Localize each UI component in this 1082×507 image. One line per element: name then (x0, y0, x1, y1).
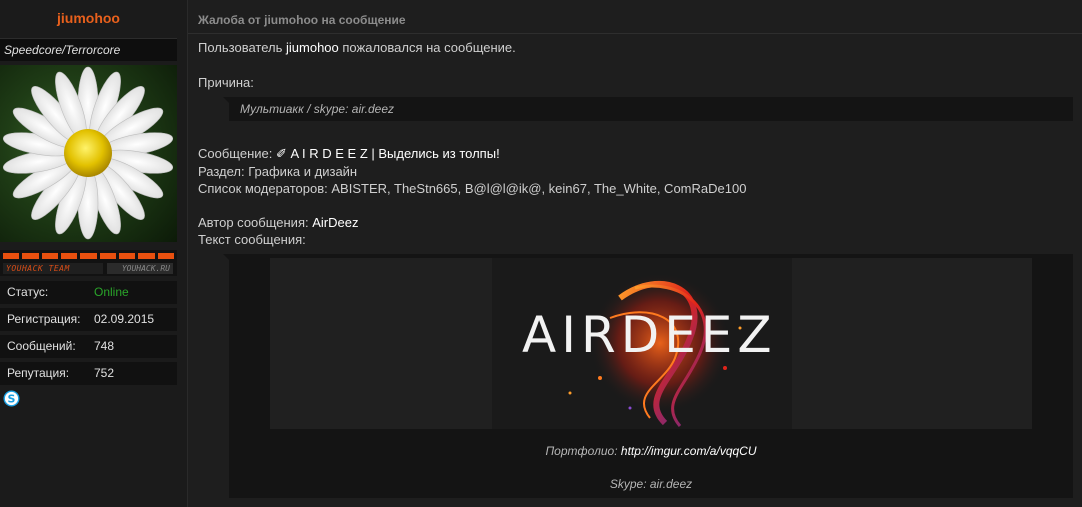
stat-label: Статус: (7, 285, 49, 299)
stat-reputation: Репутация: 752 (0, 362, 177, 385)
post-skype-line: Skype: air.deez (609, 477, 693, 491)
message-line: Сообщение: ✐ A I R D E E Z | Выделись из… (198, 146, 500, 162)
stat-label: Сообщений: (7, 339, 76, 353)
status-badge: Online (94, 285, 129, 299)
moderators-line: Список модераторов: ABISTER, TheStn665, … (198, 181, 746, 196)
author-link[interactable]: AirDeez (312, 215, 358, 230)
intro-user-link[interactable]: jiumohoo (286, 40, 339, 55)
stat-value: 02.09.2015 (94, 312, 155, 326)
airdeez-logo: AIRDEEZ (522, 306, 777, 364)
svg-text:S: S (8, 393, 16, 406)
post-banner-image[interactable]: AIRDEEZ (270, 258, 1032, 429)
portfolio-line: Портфолио: http://imgur.com/a/vqqCU (229, 444, 1073, 458)
report-intro: Пользователь jiumohoo пожаловался на соо… (198, 40, 516, 55)
banner-bars (3, 253, 174, 259)
moderators-value: ABISTER, TheStn665, B@l@l@ik@, kein67, T… (331, 181, 747, 196)
skype-icon[interactable]: S (3, 390, 20, 407)
section-value[interactable]: Графика и дизайн (248, 164, 357, 179)
section-line: Раздел: Графика и дизайн (198, 164, 357, 179)
stat-value: 748 (94, 339, 115, 353)
portfolio-link[interactable]: http://imgur.com/a/vqqCU (621, 444, 757, 458)
avatar[interactable] (0, 65, 177, 242)
divider (188, 33, 1082, 34)
message-label: Сообщение: (198, 146, 273, 161)
message-title-link[interactable]: ✐ A I R D E E Z | Выделись из толпы! (276, 146, 500, 161)
user-title: Speedcore/Terrorcore (0, 38, 177, 61)
stat-value: 752 (94, 366, 115, 380)
stat-label: Регистрация: (7, 312, 81, 326)
author-label: Автор сообщения: (198, 215, 309, 230)
stat-status: Статус: Online (0, 281, 177, 304)
banner-site-label: YOUHACK.RU (107, 263, 173, 274)
report-heading: Жалоба от jiumohoo на сообщение (198, 13, 406, 27)
text-label: Текст сообщения: (198, 232, 306, 247)
reason-quote: Мультиакк / skype: air.deez (223, 97, 1073, 121)
intro-suffix: пожаловался на сообщение. (342, 40, 516, 55)
portfolio-label: Портфолио: (545, 444, 618, 458)
intro-prefix: Пользователь (198, 40, 283, 55)
reason-text: Мультиакк / skype: air.deez (240, 102, 395, 116)
team-banner[interactable]: YOUHACK TEAM YOUHACK.RU (0, 250, 177, 276)
banner-team-label: YOUHACK TEAM (3, 263, 103, 274)
moderators-label: Список модераторов: (198, 181, 328, 196)
user-sidebar: jiumohoo Speedcore/Terrorcore YOUHACK TE… (0, 0, 188, 507)
reason-label: Причина: (198, 75, 254, 90)
author-line: Автор сообщения: AirDeez (198, 215, 358, 230)
stat-messages: Сообщений: 748 (0, 335, 177, 358)
stat-label: Репутация: (7, 366, 70, 380)
section-label: Раздел: (198, 164, 245, 179)
daisy-image (2, 66, 174, 240)
stat-registration: Регистрация: 02.09.2015 (0, 308, 177, 331)
username[interactable]: jiumohoo (0, 10, 177, 26)
post-body: AIRDEEZ Портфолио: http://imgur.com/a/vq… (223, 254, 1073, 498)
